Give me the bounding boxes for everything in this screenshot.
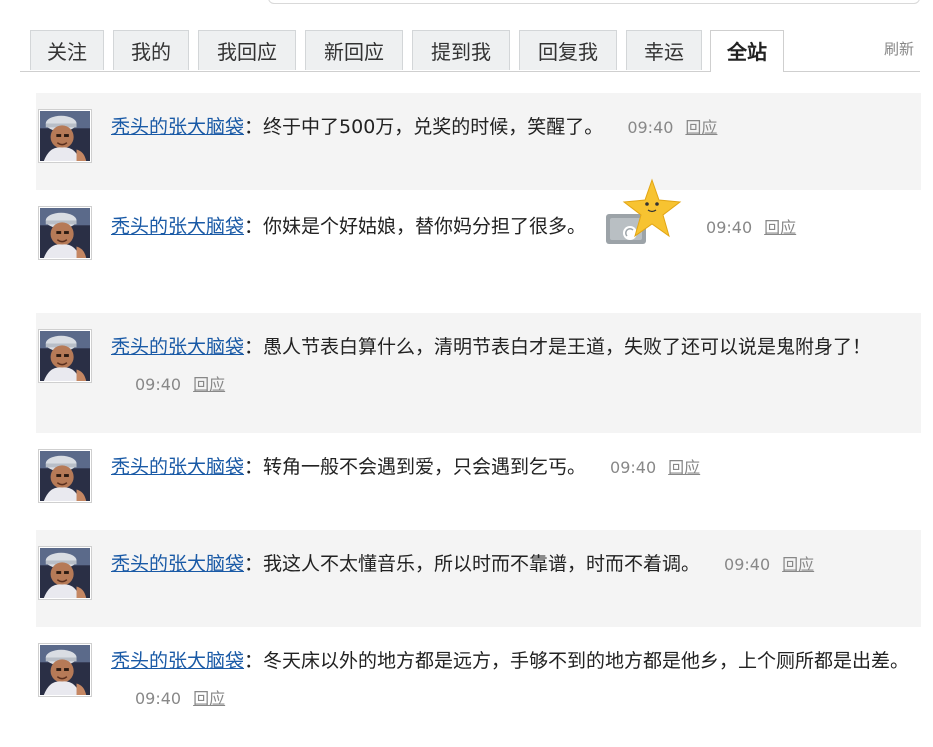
- reply-link[interactable]: 回应: [668, 458, 700, 477]
- refresh-link[interactable]: 刷新: [884, 38, 914, 59]
- avatar[interactable]: [38, 546, 92, 600]
- timestamp: 09:40: [135, 689, 182, 708]
- top-search-input-edge[interactable]: [268, 0, 920, 4]
- avatar[interactable]: [38, 449, 92, 503]
- tab-mine[interactable]: 我的: [113, 30, 189, 70]
- feed-item-content: 秃头的张大脑袋：转角一般不会遇到爱，只会遇到乞丐。 09:40 回应: [111, 456, 701, 478]
- feed-item: 秃头的张大脑袋：你妹是个好姑娘，替你妈分担了很多。 09:40 回应: [36, 178, 921, 313]
- tab-mentions[interactable]: 提到我: [412, 30, 510, 70]
- author-link[interactable]: 秃头的张大脑袋: [111, 336, 244, 358]
- tab-bar: 关注 我的 我回应 新回应 提到我 回复我 幸运 全站 刷新: [20, 30, 920, 72]
- tab-lucky[interactable]: 幸运: [626, 30, 702, 70]
- feed-item: 秃头的张大脑袋：转角一般不会遇到爱，只会遇到乞丐。 09:40 回应: [36, 433, 921, 530]
- reply-link[interactable]: 回应: [685, 118, 717, 137]
- reply-link[interactable]: 回应: [193, 689, 225, 708]
- feed-item-content: 秃头的张大脑袋：冬天床以外的地方都是远方，手够不到的地方都是他乡，上个厕所都是出…: [111, 650, 910, 708]
- timestamp: 09:40: [627, 118, 674, 137]
- status-text: 愚人节表白算什么，清明节表白才是王道，失败了还可以说是鬼附身了！: [263, 336, 872, 358]
- feed-item: 秃头的张大脑袋：终于中了500万，兑奖的时候，笑醒了。 09:40 回应: [36, 93, 921, 190]
- status-text: 转角一般不会遇到爱，只会遇到乞丐。: [263, 456, 587, 478]
- author-link[interactable]: 秃头的张大脑袋: [111, 116, 244, 138]
- feed-item-content: 秃头的张大脑袋：我这人不太懂音乐，所以时而不靠谱，时而不着调。 09:40 回应: [111, 553, 815, 575]
- avatar[interactable]: [38, 109, 92, 163]
- timestamp: 09:40: [135, 375, 182, 394]
- avatar[interactable]: [38, 329, 92, 383]
- author-link[interactable]: 秃头的张大脑袋: [111, 456, 244, 478]
- author-link[interactable]: 秃头的张大脑袋: [111, 553, 244, 575]
- reply-link[interactable]: 回应: [193, 375, 225, 394]
- tab-my-replies[interactable]: 我回应: [198, 30, 296, 70]
- feed-item: 秃头的张大脑袋：我这人不太懂音乐，所以时而不靠谱，时而不着调。 09:40 回应: [36, 530, 921, 627]
- star-sticker-icon: [606, 178, 682, 244]
- status-feed: 秃头的张大脑袋：终于中了500万，兑奖的时候，笑醒了。 09:40 回应 秃头的张大…: [36, 93, 921, 747]
- status-text: 我这人不太懂音乐，所以时而不靠谱，时而不着调。: [263, 553, 701, 575]
- timestamp: 09:40: [724, 555, 771, 574]
- feed-item-content: 秃头的张大脑袋：终于中了500万，兑奖的时候，笑醒了。 09:40 回应: [111, 116, 718, 138]
- status-text: 终于中了500万，兑奖的时候，笑醒了。: [263, 116, 604, 138]
- status-text: 冬天床以外的地方都是远方，手够不到的地方都是他乡，上个厕所都是出差。: [263, 650, 910, 672]
- reply-link[interactable]: 回应: [782, 555, 814, 574]
- tab-follow[interactable]: 关注: [30, 30, 104, 70]
- author-link[interactable]: 秃头的张大脑袋: [111, 216, 244, 238]
- tab-all-site[interactable]: 全站: [710, 30, 784, 72]
- avatar[interactable]: [38, 643, 92, 697]
- feed-item-content: 秃头的张大脑袋：愚人节表白算什么，清明节表白才是王道，失败了还可以说是鬼附身了！…: [111, 336, 872, 394]
- feed-item: 秃头的张大脑袋：冬天床以外的地方都是远方，手够不到的地方都是他乡，上个厕所都是出…: [36, 627, 921, 747]
- feed-item-content: 秃头的张大脑袋：你妹是个好姑娘，替你妈分担了很多。 09:40 回应: [111, 178, 911, 248]
- tab-replied-to-me[interactable]: 回复我: [519, 30, 617, 70]
- status-text: 你妹是个好姑娘，替你妈分担了很多。: [263, 215, 587, 238]
- timestamp: 09:40: [610, 458, 657, 477]
- avatar[interactable]: [38, 206, 92, 260]
- feed-item: 秃头的张大脑袋：愚人节表白算什么，清明节表白才是王道，失败了还可以说是鬼附身了！…: [36, 313, 921, 433]
- reply-link[interactable]: 回应: [764, 218, 796, 237]
- tab-new-replies[interactable]: 新回应: [305, 30, 403, 70]
- author-link[interactable]: 秃头的张大脑袋: [111, 650, 244, 672]
- timestamp: 09:40: [706, 217, 753, 237]
